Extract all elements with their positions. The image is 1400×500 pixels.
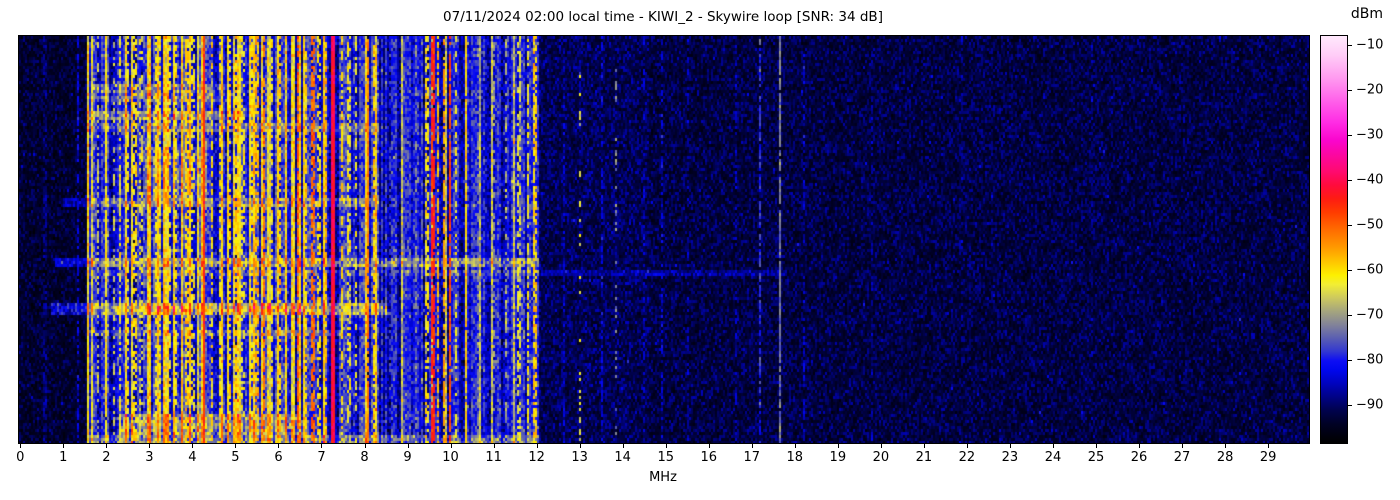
plot-title: 07/11/2024 02:00 local time - KIWI_2 - S… bbox=[443, 9, 883, 25]
x-axis-tick-label: 17 bbox=[743, 450, 761, 465]
colorbar-unit-label: dBm bbox=[1350, 6, 1384, 22]
colorbar-tick-label: −10 bbox=[1356, 37, 1384, 53]
x-axis-tick-label: 10 bbox=[442, 450, 459, 465]
colorbar-tick bbox=[1348, 179, 1352, 181]
colorbar-tick-label: −60 bbox=[1356, 262, 1384, 278]
x-axis-tick-label: 14 bbox=[614, 450, 631, 465]
colorbar-tick bbox=[1348, 404, 1352, 406]
x-axis-tick-label: 19 bbox=[829, 450, 847, 465]
x-axis-tick bbox=[1052, 444, 1054, 448]
colorbar-tick bbox=[1348, 224, 1352, 226]
x-axis-tick-label: 26 bbox=[1130, 450, 1148, 465]
colorbar-tick bbox=[1348, 44, 1352, 46]
x-axis-tick bbox=[407, 444, 409, 448]
x-axis-tick bbox=[966, 444, 968, 448]
x-axis-tick-label: 5 bbox=[231, 450, 240, 465]
colorbar-tick bbox=[1348, 89, 1352, 91]
x-axis-tick bbox=[364, 444, 366, 448]
colorbar-tick-label: −80 bbox=[1356, 352, 1384, 368]
x-axis-tick bbox=[149, 444, 151, 448]
colorbar-tick-label: −70 bbox=[1356, 307, 1384, 323]
x-axis-tick bbox=[1096, 444, 1097, 448]
x-axis-tick bbox=[450, 444, 452, 448]
spectrogram-canvas bbox=[19, 36, 1309, 443]
spectrogram-figure: 07/11/2024 02:00 local time - KIWI_2 - S… bbox=[0, 0, 1400, 500]
x-axis-tick bbox=[1182, 444, 1184, 448]
x-axis-tick bbox=[1225, 444, 1227, 448]
colorbar-tick bbox=[1348, 314, 1352, 316]
x-axis-tick-label: 16 bbox=[700, 450, 718, 465]
x-axis-tick bbox=[751, 444, 753, 448]
colorbar-tick-label: −20 bbox=[1356, 82, 1384, 98]
x-axis-tick bbox=[1268, 444, 1270, 448]
x-axis-tick bbox=[278, 444, 280, 448]
x-axis-tick-label: 28 bbox=[1216, 450, 1234, 465]
x-axis-tick bbox=[20, 444, 22, 448]
x-axis-tick-label: 25 bbox=[1087, 450, 1105, 465]
x-axis-tick-label: 8 bbox=[360, 450, 369, 465]
x-axis-tick-label: 4 bbox=[188, 450, 197, 465]
x-axis-label: MHz bbox=[649, 470, 677, 485]
colorbar-gradient bbox=[1321, 36, 1347, 443]
x-axis-tick bbox=[837, 444, 839, 448]
colorbar bbox=[1320, 35, 1348, 444]
x-axis-tick-label: 20 bbox=[872, 450, 890, 465]
x-axis-tick bbox=[622, 444, 624, 448]
x-axis-tick-label: 27 bbox=[1173, 450, 1191, 465]
x-axis-tick-label: 15 bbox=[657, 450, 674, 465]
x-axis-tick bbox=[708, 444, 710, 448]
x-axis-tick-label: 29 bbox=[1259, 450, 1277, 465]
x-axis-tick-label: 1 bbox=[59, 450, 68, 465]
x-axis-tick-label: 18 bbox=[786, 450, 804, 465]
x-axis-tick-label: 13 bbox=[571, 450, 588, 465]
x-axis-tick bbox=[1009, 444, 1011, 448]
colorbar-tick bbox=[1348, 359, 1352, 361]
x-axis-tick bbox=[794, 444, 796, 448]
x-axis-tick bbox=[493, 444, 495, 448]
x-axis-tick-label: 3 bbox=[145, 450, 154, 465]
x-axis-tick-label: 2 bbox=[102, 450, 111, 465]
x-axis-tick-label: 9 bbox=[403, 450, 412, 465]
x-axis-tick bbox=[665, 444, 667, 448]
x-axis-tick-label: 11 bbox=[485, 450, 502, 465]
colorbar-tick bbox=[1348, 134, 1352, 136]
x-axis-tick-label: 24 bbox=[1044, 450, 1062, 465]
x-axis-tick-label: 12 bbox=[528, 450, 545, 465]
x-axis-tick-label: 7 bbox=[317, 450, 326, 465]
x-axis-tick bbox=[63, 444, 65, 448]
x-axis-tick bbox=[1139, 444, 1141, 448]
colorbar-tick-label: −40 bbox=[1356, 172, 1384, 188]
x-axis-tick-label: 0 bbox=[16, 450, 25, 465]
x-axis-tick bbox=[536, 444, 538, 448]
colorbar-tick-label: −50 bbox=[1356, 217, 1384, 233]
x-axis-tick bbox=[235, 444, 237, 448]
x-axis-tick-label: 22 bbox=[958, 450, 976, 465]
x-axis-tick-label: 23 bbox=[1001, 450, 1019, 465]
x-axis-tick bbox=[880, 444, 882, 448]
colorbar-tick-label: −90 bbox=[1356, 397, 1384, 413]
x-axis-tick bbox=[923, 444, 925, 448]
x-axis-tick-label: 6 bbox=[274, 450, 283, 465]
plot-area bbox=[18, 35, 1310, 444]
x-axis-tick bbox=[106, 444, 108, 448]
x-axis-tick bbox=[192, 444, 194, 448]
x-axis-tick bbox=[321, 444, 323, 448]
x-axis-tick-label: 21 bbox=[915, 450, 933, 465]
colorbar-tick-label: −30 bbox=[1356, 127, 1384, 143]
colorbar-tick bbox=[1348, 269, 1352, 271]
x-axis-tick bbox=[579, 444, 581, 448]
